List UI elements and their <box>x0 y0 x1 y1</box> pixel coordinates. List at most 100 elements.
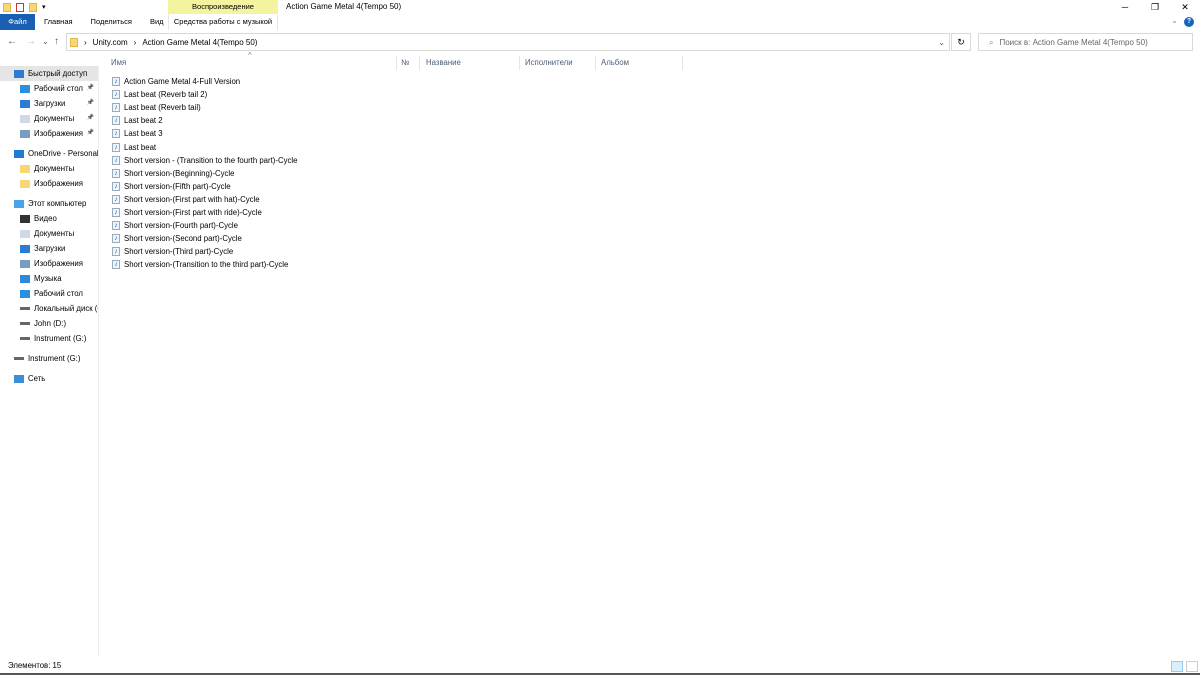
star-icon <box>14 69 24 78</box>
file-row[interactable]: ♪ Last beat (Reverb tail) <box>112 101 201 114</box>
column-divider[interactable] <box>595 56 596 70</box>
file-row[interactable]: ♪ Short version-(Third part)-Cycle <box>112 245 233 258</box>
search-icon: ⌕ <box>989 38 994 47</box>
sidebar-item[interactable]: Музыка <box>0 271 98 286</box>
file-name: Short version - (Transition to the fourt… <box>124 155 298 165</box>
sidebar-item[interactable]: Изображения <box>0 176 98 191</box>
minimize-button[interactable]: ─ <box>1110 0 1140 14</box>
file-name: Last beat (Reverb tail 2) <box>124 90 208 100</box>
sidebar-item-label: Быстрый доступ <box>28 69 88 78</box>
up-button[interactable]: ↑ <box>54 33 59 51</box>
sidebar-item[interactable]: Документы 📌 <box>0 111 98 126</box>
column-header-name[interactable]: Имя <box>111 56 126 70</box>
file-name: Short version-(Third part)-Cycle <box>124 247 234 257</box>
sidebar-item-label: Документы <box>34 229 75 238</box>
sidebar-item[interactable]: Загрузки <box>0 241 98 256</box>
forward-button[interactable]: → <box>26 33 36 51</box>
breadcrumb-unity[interactable]: Unity.com <box>93 38 128 47</box>
file-row[interactable]: ♪ Short version - (Transition to the four… <box>112 154 297 167</box>
tab-home[interactable]: Главная <box>35 14 82 30</box>
back-button[interactable]: ← <box>7 33 17 51</box>
column-divider[interactable] <box>519 56 520 70</box>
column-header-album[interactable]: Альбом <box>601 56 629 70</box>
recent-locations-button[interactable]: ⌄ <box>42 33 49 51</box>
audio-file-icon: ♪ <box>112 129 120 139</box>
sidebar-item[interactable]: John (D:) <box>0 316 98 331</box>
column-divider[interactable] <box>419 56 420 70</box>
desktop-icon <box>20 84 30 93</box>
help-icon[interactable]: ? <box>1184 17 1194 27</box>
audio-file-icon: ♪ <box>112 90 120 100</box>
status-item-count: Элементов: 15 <box>8 661 62 670</box>
new-folder-icon[interactable] <box>29 2 37 12</box>
column-divider[interactable] <box>396 56 397 70</box>
sidebar-item-label: Instrument (G:) <box>34 334 87 343</box>
search-input[interactable]: ⌕ Поиск в: Action Game Metal 4(Tempo 50) <box>978 33 1193 51</box>
ribbon-expand-icon[interactable]: ⌄ <box>1171 16 1178 25</box>
drive-icon <box>20 307 30 310</box>
drive-icon <box>20 322 30 325</box>
sidebar-item[interactable]: Загрузки 📌 <box>0 96 98 111</box>
sidebar-item[interactable]: Instrument (G:) <box>0 351 98 366</box>
address-dropdown-icon[interactable]: ⌄ <box>938 38 945 47</box>
audio-file-icon: ♪ <box>112 181 120 191</box>
column-header-number[interactable]: № <box>401 56 409 70</box>
file-row[interactable]: ♪ Short version-(Transition to the third … <box>112 258 288 271</box>
sidebar-item[interactable]: OneDrive - Personal <box>0 146 98 161</box>
file-row[interactable]: ♪ Short version-(Second part)-Cycle <box>112 232 242 245</box>
sidebar-item[interactable]: Документы <box>0 226 98 241</box>
download-icon <box>20 99 30 108</box>
breadcrumb-separator: › <box>133 37 137 47</box>
tab-music-tools[interactable]: Средства работы с музыкой <box>168 14 278 30</box>
customize-toolbar-icon[interactable]: ▾ <box>42 3 46 11</box>
properties-icon[interactable] <box>16 2 24 12</box>
details-view-button[interactable] <box>1171 661 1183 672</box>
file-name: Short version-(Transition to the third p… <box>124 260 289 270</box>
file-row[interactable]: ♪ Action Game Metal 4-Full Version <box>112 75 240 88</box>
tab-share[interactable]: Поделиться <box>82 14 141 30</box>
file-row[interactable]: ♪ Short version-(Fourth part)-Cycle <box>112 219 238 232</box>
sidebar-item[interactable]: Instrument (G:) <box>0 331 98 346</box>
pin-icon[interactable]: 📌 <box>87 96 94 111</box>
ribbon-tabs: Файл Главная Поделиться Вид <box>0 14 173 30</box>
sidebar-item[interactable]: Быстрый доступ <box>0 66 98 81</box>
audio-file-icon: ♪ <box>112 260 120 270</box>
file-row[interactable]: ♪ Short version-(First part with hat)-Cyc… <box>112 193 260 206</box>
close-button[interactable]: ✕ <box>1170 0 1200 14</box>
address-bar[interactable]: › Unity.com › Action Game Metal 4(Tempo … <box>66 33 950 51</box>
sidebar-item[interactable]: Сеть <box>0 371 98 386</box>
sidebar-item[interactable]: Изображения <box>0 256 98 271</box>
large-icons-view-button[interactable] <box>1186 661 1198 672</box>
sidebar-item[interactable]: Этот компьютер <box>0 196 98 211</box>
sidebar-item[interactable]: Документы <box>0 161 98 176</box>
column-divider[interactable] <box>682 56 683 70</box>
restore-button[interactable]: ❐ <box>1140 0 1170 14</box>
breadcrumb-current[interactable]: Action Game Metal 4(Tempo 50) <box>142 38 257 47</box>
video-icon <box>20 214 30 223</box>
sidebar-item[interactable]: Видео <box>0 211 98 226</box>
column-header-title[interactable]: Название <box>426 56 461 70</box>
sidebar-item[interactable]: Локальный диск (C <box>0 301 98 316</box>
sidebar-item[interactable]: Рабочий стол 📌 <box>0 81 98 96</box>
sidebar-item-label: Загрузки <box>34 244 66 253</box>
file-row[interactable]: ♪ Short version-(Fifth part)-Cycle <box>112 180 231 193</box>
tab-file[interactable]: Файл <box>0 14 35 30</box>
pin-icon[interactable]: 📌 <box>87 111 94 126</box>
sidebar-item-label: John (D:) <box>34 319 67 328</box>
file-row[interactable]: ♪ Last beat <box>112 141 156 154</box>
sidebar-item[interactable]: Рабочий стол <box>0 286 98 301</box>
file-row[interactable]: ♪ Last beat (Reverb tail 2) <box>112 88 207 101</box>
refresh-button[interactable]: ↻ <box>951 33 971 51</box>
sidebar-item-label: Документы <box>34 164 75 173</box>
pin-icon[interactable]: 📌 <box>87 126 94 141</box>
file-row[interactable]: ♪ Short version-(First part with ride)-Cy… <box>112 206 262 219</box>
file-row[interactable]: ♪ Last beat 2 <box>112 114 163 127</box>
file-name: Short version-(First part with ride)-Cyc… <box>124 208 262 217</box>
column-header-artists[interactable]: Исполнители <box>525 56 573 70</box>
sidebar-item[interactable]: Изображения 📌 <box>0 126 98 141</box>
audio-file-icon: ♪ <box>112 155 120 165</box>
file-row[interactable]: ♪ Last beat 3 <box>112 127 163 140</box>
sidebar-item-label: Этот компьютер <box>28 199 87 208</box>
file-row[interactable]: ♪ Short version-(Beginning)-Cycle <box>112 167 235 180</box>
pin-icon[interactable]: 📌 <box>87 81 94 96</box>
